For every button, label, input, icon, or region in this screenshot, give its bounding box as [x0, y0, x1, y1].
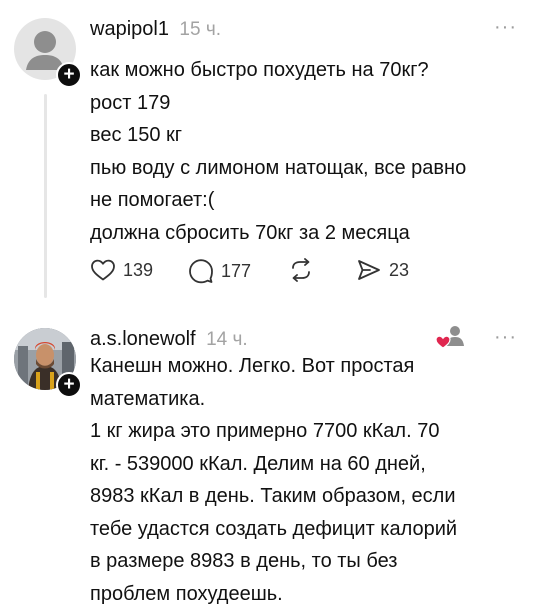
- author-avatar[interactable]: +: [14, 18, 76, 80]
- follow-plus-icon[interactable]: +: [56, 62, 82, 88]
- share-button[interactable]: 23: [356, 258, 409, 282]
- more-options-icon[interactable]: ···: [494, 22, 517, 32]
- text-line: 8983 кКал в день. Таким образом, если: [90, 480, 530, 513]
- reply-button[interactable]: 177: [188, 258, 251, 284]
- timestamp: 14 ч.: [206, 329, 248, 350]
- repost-button[interactable]: [288, 258, 314, 282]
- heart-icon: [90, 258, 116, 282]
- text-line: проблем похудеешь.: [90, 578, 530, 610]
- text-line: не помогает:(: [90, 184, 530, 217]
- text-line: вес 150 кг: [90, 119, 530, 152]
- text-line: как можно быстро похудеть на 70кг?: [90, 54, 530, 87]
- text-line: Канешн можно. Легко. Вот простая: [90, 350, 530, 383]
- share-count: 23: [389, 260, 409, 281]
- liked-by-author-icon[interactable]: [435, 322, 467, 352]
- more-options-icon[interactable]: ···: [494, 332, 517, 342]
- text-line: математика.: [90, 383, 530, 416]
- post-text: Канешн можно. Легко. Вот простая математ…: [90, 350, 530, 610]
- post-text: как можно быстро похудеть на 70кг? рост …: [90, 54, 530, 249]
- text-line: 1 кг жира это примерно 7700 кКал. 70: [90, 415, 530, 448]
- reply-count: 177: [221, 261, 251, 282]
- text-line: кг. - 539000 кКал. Делим на 60 дней,: [90, 448, 530, 481]
- timestamp: 15 ч.: [179, 19, 221, 40]
- post-wapipol1: + wapipol1 15 ч. ··· как можно быстро по…: [0, 0, 537, 310]
- text-line: рост 179: [90, 87, 530, 120]
- post-header: wapipol1 15 ч.: [90, 18, 221, 46]
- like-count: 139: [123, 260, 153, 281]
- author-avatar[interactable]: +: [14, 328, 76, 390]
- follow-plus-icon[interactable]: +: [56, 372, 82, 398]
- text-line: должна сбросить 70кг за 2 месяца: [90, 217, 530, 250]
- post-a-s-lonewolf: + a.s.lonewolf 14 ч. ··· Канешн можно. Л…: [0, 310, 537, 600]
- like-button[interactable]: 139: [90, 258, 153, 282]
- repost-icon: [288, 258, 314, 282]
- text-line: в размере 8983 в день, то ты без: [90, 545, 530, 578]
- liked-by-author-icon-graphic: [435, 322, 467, 352]
- username[interactable]: a.s.lonewolf: [90, 328, 196, 350]
- text-line: пью воду с лимоном натощак, все равно: [90, 152, 530, 185]
- username[interactable]: wapipol1: [90, 18, 169, 40]
- comment-bubble-icon: [188, 258, 214, 284]
- text-line: тебе удастся создать дефицит калорий: [90, 513, 530, 546]
- send-icon: [356, 258, 382, 282]
- thread-line: [44, 94, 47, 298]
